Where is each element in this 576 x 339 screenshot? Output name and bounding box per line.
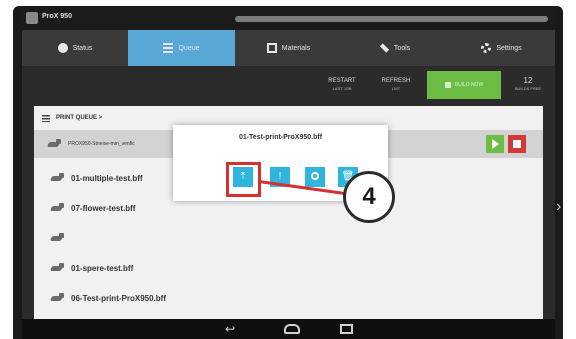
nav-bar: Status Queue Materials Tools Settings [22, 30, 555, 66]
current-job-name: PROX950-Stneise-mm_venfic [68, 141, 135, 147]
status-bar: ProX 950 [22, 8, 555, 30]
tab-settings-label: Settings [496, 44, 522, 52]
builds-free-counter: 12 BUILDS FREE [506, 71, 550, 99]
highlight-box [226, 162, 261, 197]
clock-icon [311, 172, 319, 181]
file-name: 07-flower-test.bff [71, 203, 136, 213]
app-logo-icon [26, 12, 38, 24]
menu-icon [42, 114, 50, 122]
builds-free-count: 12 [523, 76, 533, 85]
file-name: 06-Test-print-ProX950.bff [71, 293, 166, 303]
refresh-sub-label: LIST [391, 86, 401, 91]
schedule-button[interactable] [305, 167, 325, 187]
action-bar: RESTART LAST JOB REFRESH LIST BUILD NOW … [22, 66, 555, 102]
step-number: 4 [362, 183, 376, 210]
print-queue-title: PRINT QUEUE > [56, 115, 103, 121]
tab-queue[interactable]: Queue [128, 30, 235, 66]
list-item[interactable]: 01-spere-test.bff [34, 253, 543, 283]
materials-icon [266, 43, 277, 53]
build-now-button[interactable]: BUILD NOW [427, 71, 501, 99]
android-nav-bar: ↩ [22, 319, 555, 339]
play-button[interactable] [486, 135, 504, 153]
info-icon: ! [278, 171, 282, 182]
settings-icon [481, 43, 492, 53]
refresh-list-button[interactable]: REFRESH LIST [374, 71, 418, 99]
build-now-label: BUILD NOW [454, 82, 484, 88]
stop-button[interactable] [508, 135, 526, 153]
tab-status[interactable]: Status [22, 30, 128, 66]
build-icon [444, 82, 451, 88]
printer-file-icon [51, 233, 65, 243]
tab-queue-label: Queue [178, 44, 200, 52]
chevron-right-icon[interactable]: › [556, 199, 564, 215]
back-key-icon[interactable]: ↩ [220, 321, 240, 337]
builds-free-label: BUILDS FREE [514, 86, 542, 91]
printer-file-icon [51, 263, 65, 273]
tools-icon [379, 43, 389, 53]
printer-file-icon [51, 203, 65, 213]
file-name: 01-multiple-test.bff [71, 173, 143, 183]
printer-file-icon [51, 293, 65, 303]
tab-tools-label: Tools [393, 44, 411, 52]
file-name: 01-spere-test.bff [71, 263, 134, 273]
home-key-icon[interactable] [284, 324, 300, 334]
status-icon [57, 43, 68, 53]
app-title: ProX 950 [42, 13, 72, 20]
recent-apps-key-icon[interactable] [340, 324, 353, 334]
tab-settings[interactable]: Settings [448, 30, 555, 66]
list-item[interactable]: 06-Test-print-ProX950.bff [34, 283, 543, 313]
tab-materials[interactable]: Materials [235, 30, 342, 66]
queue-icon [163, 43, 174, 53]
dialog-title: 01-Test-print-ProX950.bff [238, 134, 323, 141]
restart-sub-label: LAST JOB [332, 86, 352, 91]
printer-file-icon [48, 139, 62, 149]
restart-label: RESTART [328, 78, 356, 84]
tab-materials-label: Materials [281, 44, 311, 52]
restart-last-job-button[interactable]: RESTART LAST JOB [320, 71, 364, 99]
tab-tools[interactable]: Tools [342, 30, 448, 66]
progress-bar [235, 16, 548, 22]
refresh-label: REFRESH [381, 78, 411, 84]
step-callout: 4 [343, 171, 395, 223]
printer-file-icon [51, 173, 65, 183]
list-item[interactable] [34, 223, 543, 253]
tab-status-label: Status [72, 44, 93, 52]
